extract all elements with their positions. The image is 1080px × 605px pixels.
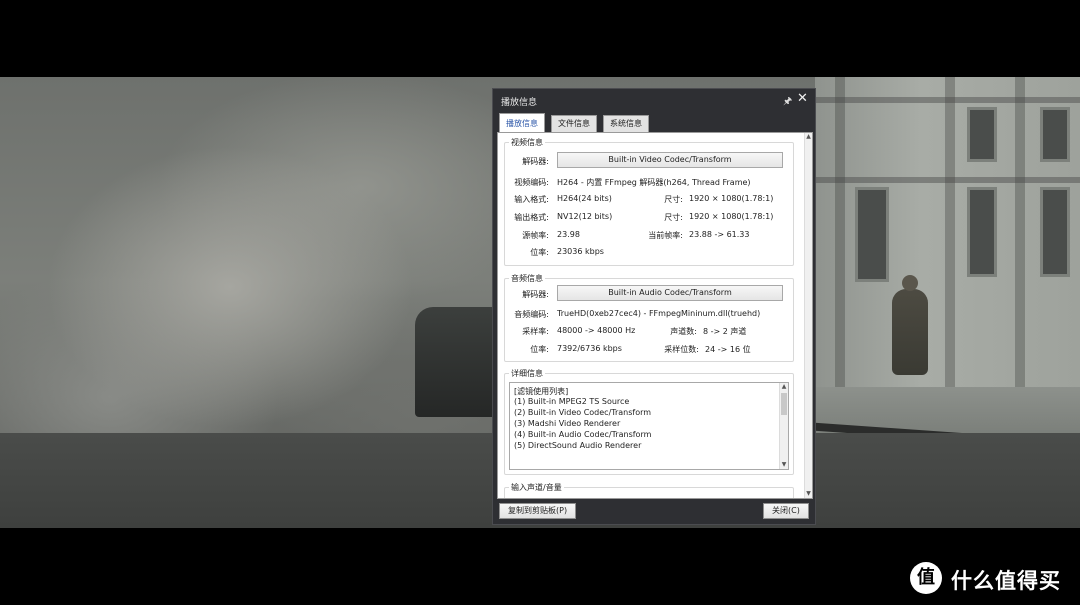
output-size-label: 尺寸: bbox=[664, 213, 683, 222]
output-size-value: 1920 × 1080(1.78:1) bbox=[689, 212, 774, 221]
person-silhouette bbox=[892, 275, 928, 375]
details-group: 详细信息 [滤镜使用列表] (1) Built-in MPEG2 TS Sour… bbox=[504, 368, 794, 475]
source-fps-label: 源帧率: bbox=[522, 231, 549, 240]
audio-codec-value: TrueHD(0xeb27cec4) - FFmpegMininum.dll(t… bbox=[557, 309, 761, 318]
input-size-label: 尺寸: bbox=[664, 195, 683, 204]
audio-bitrate-value: 7392/6736 kbps bbox=[557, 344, 622, 353]
channels-label: 声道数: bbox=[670, 327, 697, 336]
channel-meter bbox=[661, 498, 672, 499]
channel-meter bbox=[591, 498, 602, 499]
video-decoder-button[interactable]: Built-in Video Codec/Transform bbox=[557, 152, 783, 168]
scroll-up-icon[interactable]: ▲ bbox=[780, 383, 788, 391]
pin-icon[interactable]: 🖈 bbox=[783, 94, 792, 111]
watermark-logo-icon: 值 bbox=[910, 562, 942, 594]
output-format-label: 输出格式: bbox=[514, 213, 549, 222]
list-item: (4) Built-in Audio Codec/Transform bbox=[514, 430, 652, 439]
list-item: (2) Built-in Video Codec/Transform bbox=[514, 408, 652, 417]
tab-file-info[interactable]: 文件信息 bbox=[551, 115, 597, 132]
channels-value: 8 -> 2 声道 bbox=[703, 327, 747, 336]
sample-rate-label: 采样率: bbox=[522, 327, 549, 336]
list-item: (3) Madshi Video Renderer bbox=[514, 419, 621, 428]
dialog-title: 播放信息 bbox=[501, 98, 538, 108]
channel-meter bbox=[696, 498, 707, 499]
bit-depth-value: 24 -> 16 位 bbox=[705, 345, 751, 354]
input-channels-label: 输入声道/音量 bbox=[509, 482, 564, 493]
channel-meter bbox=[556, 498, 567, 499]
watermark-text: 什么值得买 bbox=[951, 569, 1061, 593]
bit-depth-label: 采样位数: bbox=[664, 345, 699, 354]
tab-system-info[interactable]: 系统信息 bbox=[603, 115, 649, 132]
video-bitrate-value: 23036 kbps bbox=[557, 247, 604, 256]
playback-info-dialog: 播放信息 🖈 ✕ 播放信息 文件信息 系统信息 视频信息 解码器: Built-… bbox=[492, 88, 816, 525]
input-format-value: H264(24 bits) bbox=[557, 194, 612, 203]
channel-meter bbox=[766, 498, 777, 499]
channel-meter bbox=[626, 498, 637, 499]
tab-strip: 播放信息 文件信息 系统信息 bbox=[497, 113, 813, 132]
scroll-thumb[interactable] bbox=[781, 393, 787, 415]
list-item: [滤镜使用列表] bbox=[514, 387, 569, 396]
audio-info-group: 音频信息 解码器: Built-in Audio Codec/Transform… bbox=[504, 273, 794, 362]
audio-decoder-label: 解码器: bbox=[522, 290, 549, 299]
tab-playback-info[interactable]: 播放信息 bbox=[499, 113, 545, 132]
channel-meter bbox=[521, 498, 532, 499]
video-decoder-label: 解码器: bbox=[522, 157, 549, 166]
listbox-scrollbar[interactable]: ▲ ▼ bbox=[779, 383, 788, 469]
input-channels-group: 输入声道/音量 bbox=[504, 482, 794, 499]
panel-scroll-down-icon[interactable]: ▼ bbox=[805, 490, 812, 498]
video-codec-value: H264 - 内置 FFmpeg 解码器(h264, Thread Frame) bbox=[557, 178, 751, 187]
current-fps-value: 23.88 -> 61.33 bbox=[689, 230, 750, 239]
panel-scroll-up-icon[interactable]: ▲ bbox=[805, 133, 812, 141]
details-label: 详细信息 bbox=[509, 368, 545, 379]
source-fps-value: 23.98 bbox=[557, 230, 580, 239]
input-size-value: 1920 × 1080(1.78:1) bbox=[689, 194, 774, 203]
list-item: (1) Built-in MPEG2 TS Source bbox=[514, 397, 630, 406]
close-button[interactable]: 关闭(C) bbox=[763, 503, 809, 519]
channel-meter bbox=[731, 498, 742, 499]
audio-bitrate-label: 位率: bbox=[530, 345, 549, 354]
panel-scrollbar[interactable]: ▲ ▼ bbox=[804, 133, 812, 498]
video-bitrate-label: 位率: bbox=[530, 248, 549, 257]
audio-decoder-button[interactable]: Built-in Audio Codec/Transform bbox=[557, 285, 783, 301]
video-info-label: 视频信息 bbox=[509, 137, 545, 148]
dialog-titlebar[interactable]: 播放信息 🖈 ✕ bbox=[493, 89, 815, 113]
video-info-group: 视频信息 解码器: Built-in Video Codec/Transform… bbox=[504, 137, 794, 266]
channel-meters bbox=[521, 498, 781, 499]
audio-info-label: 音频信息 bbox=[509, 273, 545, 284]
filter-listbox[interactable]: [滤镜使用列表] (1) Built-in MPEG2 TS Source (2… bbox=[509, 382, 789, 470]
audio-codec-label: 音频编码: bbox=[514, 310, 549, 319]
sample-rate-value: 48000 -> 48000 Hz bbox=[557, 326, 636, 335]
close-icon[interactable]: ✕ bbox=[797, 92, 808, 105]
list-item: (5) DirectSound Audio Renderer bbox=[514, 441, 642, 450]
tab-panel: 视频信息 解码器: Built-in Video Codec/Transform… bbox=[497, 132, 813, 499]
scroll-down-icon[interactable]: ▼ bbox=[780, 461, 788, 469]
current-fps-label: 当前帧率: bbox=[648, 231, 683, 240]
background-building bbox=[815, 77, 1080, 389]
output-format-value: NV12(12 bits) bbox=[557, 212, 613, 221]
input-format-label: 输入格式: bbox=[514, 195, 549, 204]
video-codec-label: 视频编码: bbox=[514, 178, 549, 187]
copy-to-clipboard-button[interactable]: 复制到剪贴板(P) bbox=[499, 503, 577, 519]
